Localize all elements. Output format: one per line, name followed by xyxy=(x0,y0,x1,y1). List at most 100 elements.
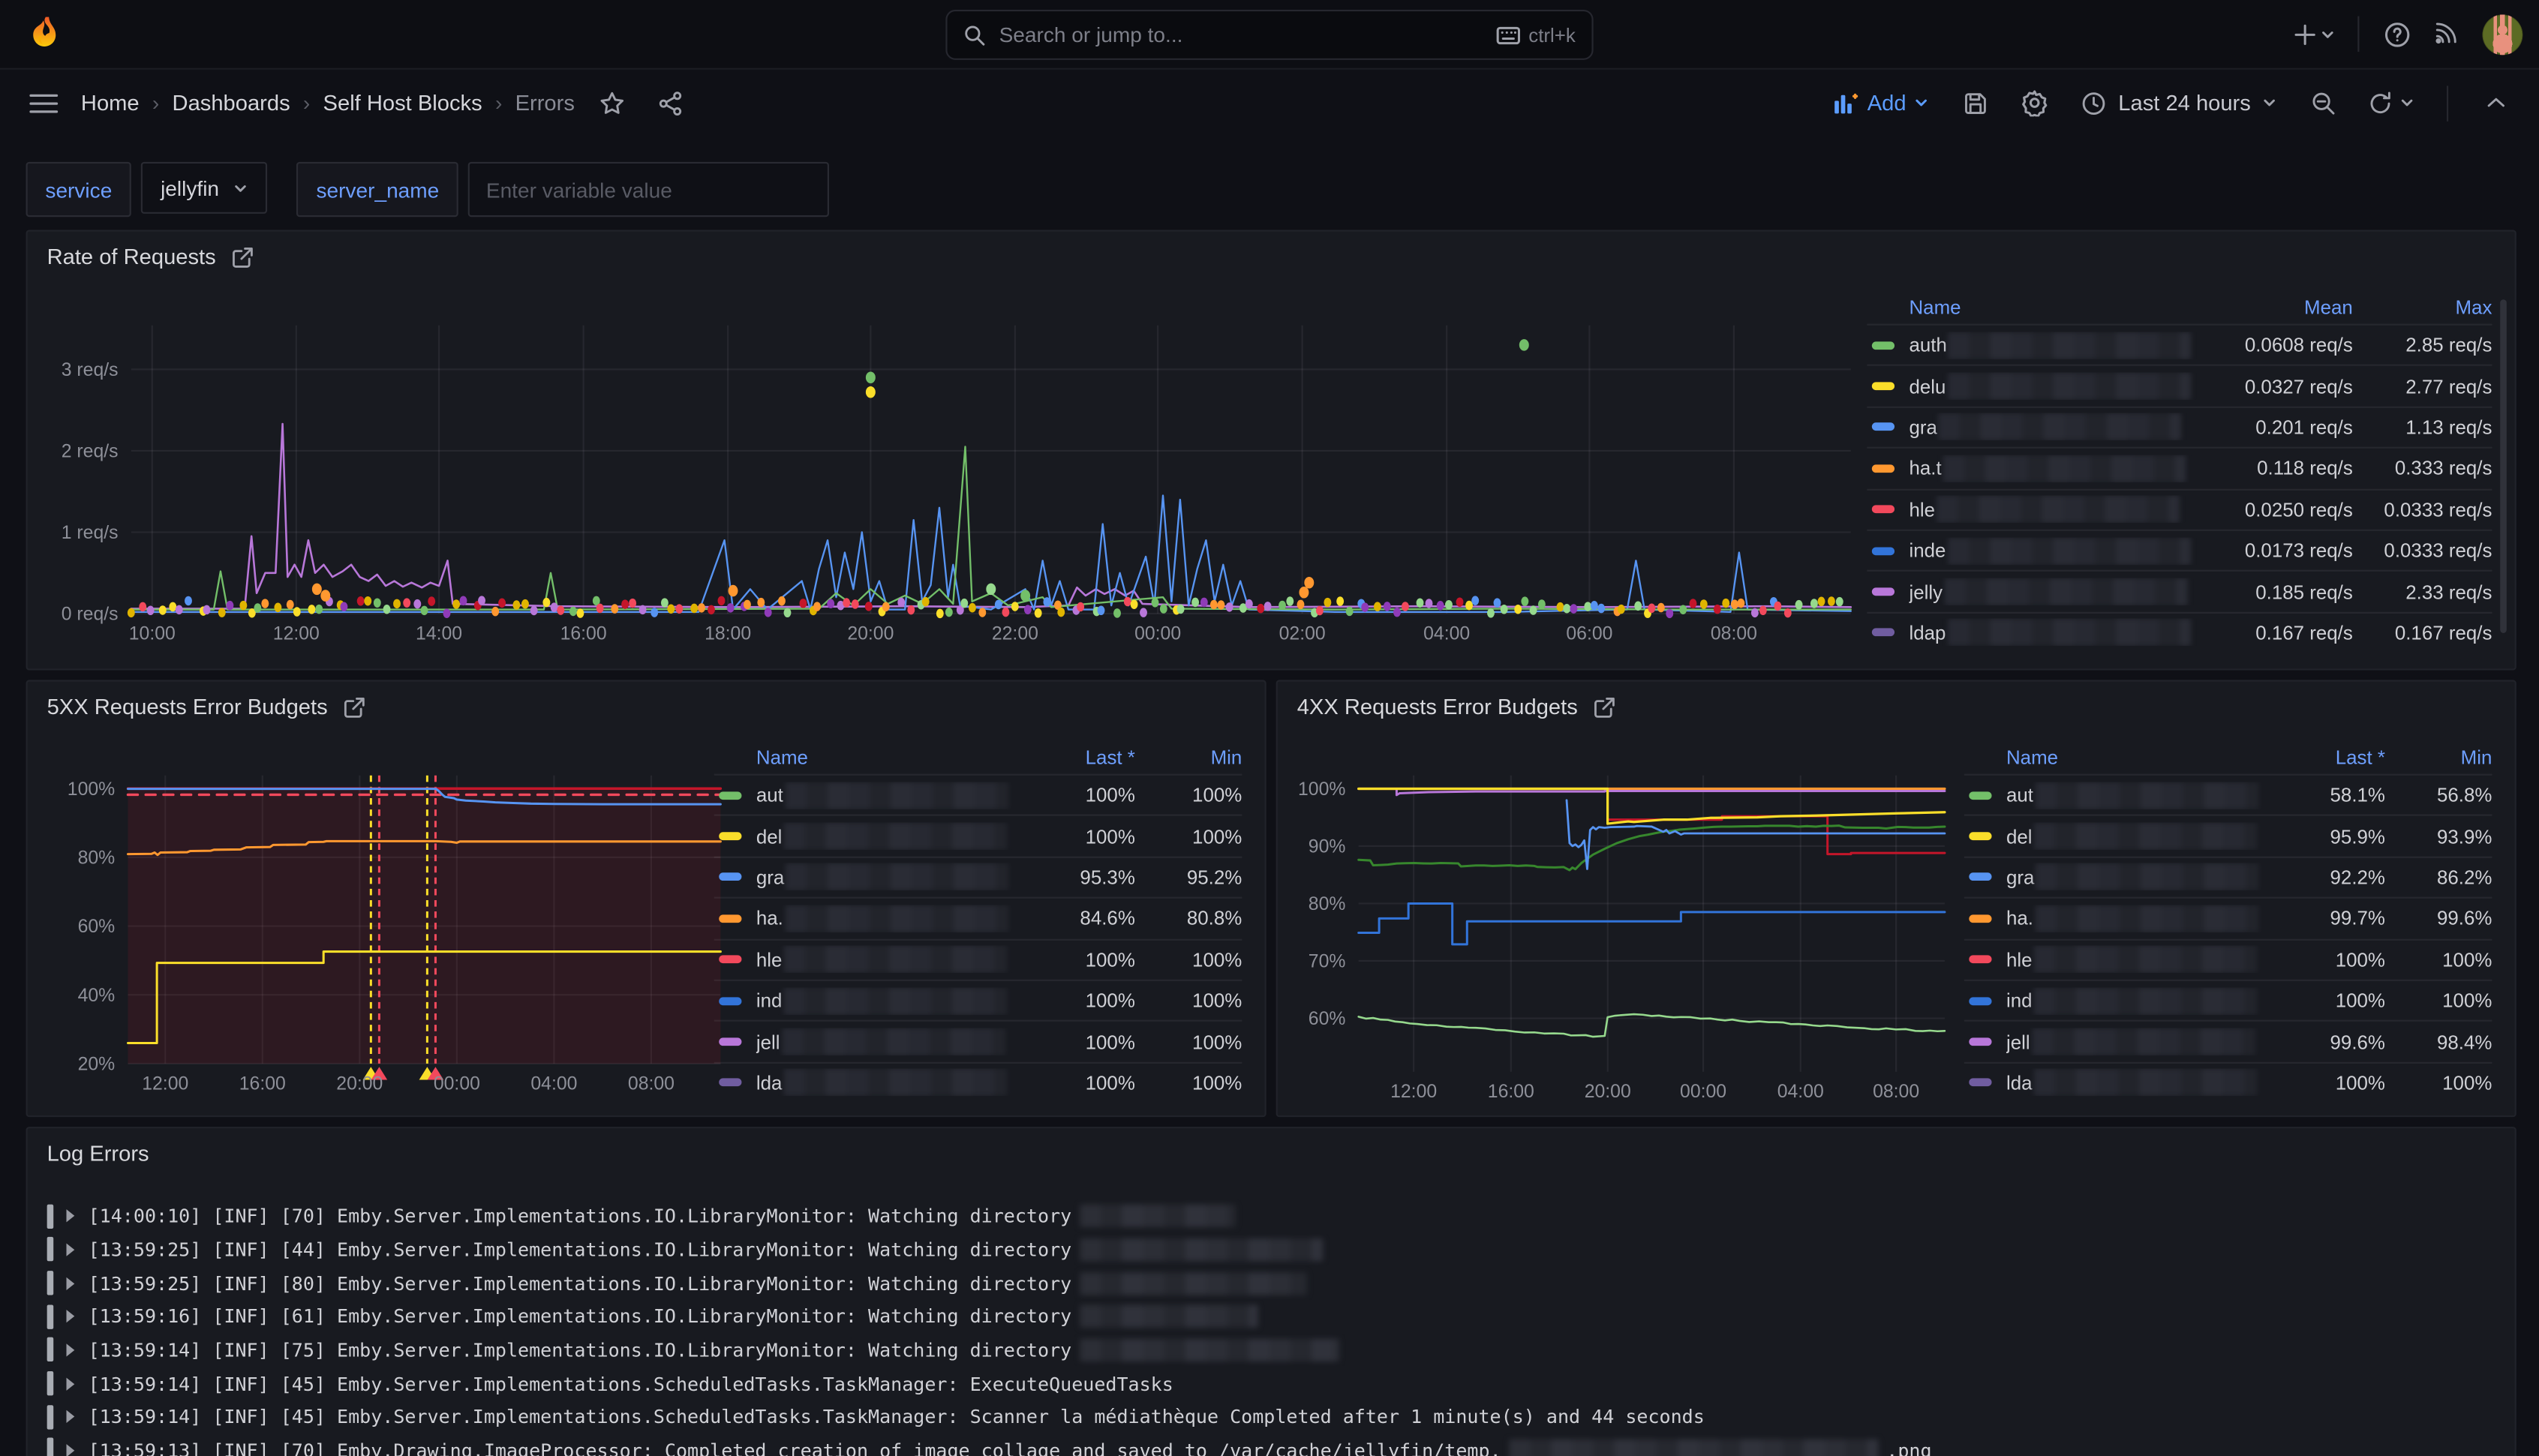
series-name: gra xyxy=(1909,413,2198,441)
legend-row[interactable]: gra0.201 req/s1.13 req/s xyxy=(1867,406,2492,447)
legend-header-min[interactable]: Min xyxy=(1135,746,1242,768)
variable-service-select[interactable]: jellyfin xyxy=(141,162,268,214)
dashboard-settings-button[interactable] xyxy=(2013,79,2055,128)
series-color-swatch xyxy=(719,997,741,1005)
time-range-picker[interactable]: Last 24 hours xyxy=(2072,89,2287,118)
legend-row[interactable]: ldap0.167 req/s0.167 req/s xyxy=(1867,611,2492,653)
legend-row[interactable]: lda100%100% xyxy=(714,1061,1242,1103)
legend-header-last[interactable]: Last * xyxy=(1012,746,1135,768)
legend-row[interactable]: jelly0.185 req/s2.33 req/s xyxy=(1867,570,2492,611)
log-line[interactable]: [13:59:25] [INF] [44] Emby.Server.Implem… xyxy=(47,1233,2498,1267)
svg-text:00:00: 00:00 xyxy=(1680,1082,1726,1102)
legend-row[interactable]: hle100%100% xyxy=(714,938,1242,980)
external-link-icon[interactable] xyxy=(1594,695,1616,718)
redacted-name xyxy=(2032,1028,2255,1056)
legend-row[interactable]: jell100%100% xyxy=(714,1020,1242,1061)
legend-header-mean[interactable]: Mean xyxy=(2199,296,2353,318)
share-button[interactable] xyxy=(649,79,691,128)
log-line[interactable]: [13:59:16] [INF] [61] Emby.Server.Implem… xyxy=(47,1300,2498,1334)
add-panel-button[interactable]: Add xyxy=(1823,89,1938,117)
redacted-text xyxy=(1080,1305,1257,1328)
legend-row[interactable]: gra95.3%95.2% xyxy=(714,856,1242,897)
legend-header-last[interactable]: Last * xyxy=(2262,746,2385,768)
log-line[interactable]: [13:59:14] [INF] [75] Emby.Server.Implem… xyxy=(47,1333,2498,1367)
legend-row[interactable]: aut58.1%56.8% xyxy=(1964,774,2492,815)
series-color-swatch xyxy=(719,914,741,923)
log-expand-icon[interactable] xyxy=(65,1343,74,1356)
log-expand-icon[interactable] xyxy=(65,1210,74,1223)
log-line[interactable]: [13:59:25] [INF] [80] Emby.Server.Implem… xyxy=(47,1266,2498,1300)
log-line[interactable]: [13:59:14] [INF] [45] Emby.Server.Implem… xyxy=(47,1400,2498,1433)
series-value: 80.8% xyxy=(1135,907,1242,929)
menu-toggle-button[interactable] xyxy=(23,79,65,128)
log-line[interactable]: [13:59:13] [INF] [70] Emby.Drawing.Image… xyxy=(47,1433,2498,1456)
log-expand-icon[interactable] xyxy=(65,1243,74,1256)
legend-row[interactable]: auth0.0608 req/s2.85 req/s xyxy=(1867,324,2492,365)
legend-row[interactable]: del100%100% xyxy=(714,815,1242,856)
legend-header-name[interactable]: Name xyxy=(714,746,1012,768)
external-link-icon[interactable] xyxy=(232,245,254,268)
legend-row[interactable]: ind100%100% xyxy=(1964,980,2492,1021)
legend-row[interactable]: lda100%100% xyxy=(1964,1061,2492,1103)
help-button[interactable] xyxy=(2375,10,2417,59)
breadcrumb-item-dashboards[interactable]: Dashboards xyxy=(173,91,290,115)
panel-title[interactable]: 4XX Requests Error Budgets xyxy=(1297,695,1617,719)
log-level-stripe xyxy=(47,1438,53,1456)
global-search[interactable]: Search or jump to... ctrl+k xyxy=(945,10,1593,60)
legend-row[interactable]: jell99.6%98.4% xyxy=(1964,1020,2492,1061)
grafana-logo[interactable] xyxy=(23,13,65,55)
panel-title[interactable]: 5XX Requests Error Budgets xyxy=(47,695,367,719)
avatar[interactable] xyxy=(2482,14,2522,54)
series-value: 0.167 req/s xyxy=(2353,622,2492,644)
log-line[interactable]: [14:00:10] [INF] [70] Emby.Server.Implem… xyxy=(47,1199,2498,1233)
breadcrumb-item-self-host-blocks[interactable]: Self Host Blocks xyxy=(323,91,482,115)
legend-row[interactable]: delu0.0327 req/s2.77 req/s xyxy=(1867,365,2492,406)
legend-row[interactable]: aut100%100% xyxy=(714,774,1242,815)
variable-server-name-input[interactable] xyxy=(468,162,829,217)
series-value: 0.0173 req/s xyxy=(2199,539,2353,562)
save-dashboard-button[interactable] xyxy=(1955,79,1997,128)
zoom-out-button[interactable] xyxy=(2303,79,2345,128)
legend-scrollbar[interactable] xyxy=(2500,299,2507,633)
log-expand-icon[interactable] xyxy=(65,1310,74,1322)
new-button[interactable] xyxy=(2286,10,2341,59)
legend-header-min[interactable]: Min xyxy=(2385,746,2492,768)
legend-row[interactable]: del95.9%93.9% xyxy=(1964,815,2492,856)
log-expand-icon[interactable] xyxy=(65,1377,74,1390)
panel-4xx-error-budgets: 4XX Requests Error Budgets 60%70%80%90%1… xyxy=(1276,680,2516,1117)
collapse-toolbar-button[interactable] xyxy=(2474,79,2516,128)
log-expand-icon[interactable] xyxy=(65,1410,74,1423)
breadcrumb-item-home[interactable]: Home xyxy=(81,91,140,115)
legend-row[interactable]: inde0.0173 req/s0.0333 req/s xyxy=(1867,530,2492,571)
external-link-icon[interactable] xyxy=(344,695,366,718)
zoom-out-icon xyxy=(2311,90,2337,116)
panel-title[interactable]: Rate of Requests xyxy=(47,245,255,269)
svg-text:16:00: 16:00 xyxy=(560,623,607,644)
news-button[interactable] xyxy=(2424,10,2466,59)
legend-row[interactable]: ha.84.6%80.8% xyxy=(714,897,1242,938)
series-value: 100% xyxy=(2385,989,2492,1012)
legend-row[interactable]: gra92.2%86.2% xyxy=(1964,856,2492,897)
legend-row[interactable]: ha.99.7%99.6% xyxy=(1964,897,2492,938)
log-expand-icon[interactable] xyxy=(65,1277,74,1289)
refresh-button[interactable] xyxy=(2361,79,2421,128)
series-value: 95.3% xyxy=(1012,866,1135,889)
log-line[interactable]: [13:59:14] [INF] [45] Emby.Server.Implem… xyxy=(47,1367,2498,1400)
legend-row[interactable]: hle0.0250 req/s0.0333 req/s xyxy=(1867,488,2492,530)
legend-row[interactable]: ind100%100% xyxy=(714,980,1242,1021)
redacted-text xyxy=(1080,1205,1235,1227)
legend-header-name[interactable]: Name xyxy=(1964,746,2262,768)
panel-title[interactable]: Log Errors xyxy=(47,1142,149,1166)
legend-header-name[interactable]: Name xyxy=(1867,296,2198,318)
series-value: 92.2% xyxy=(2262,866,2385,889)
legend-row[interactable]: hle100%100% xyxy=(1964,938,2492,980)
divider xyxy=(2447,85,2448,120)
log-expand-icon[interactable] xyxy=(65,1444,74,1456)
chevron-up-icon xyxy=(2485,95,2506,110)
variable-server-name-label: server_name xyxy=(297,162,459,217)
top-bar: Search or jump to... ctrl+k xyxy=(0,0,2539,70)
series-name: ha.t xyxy=(1909,455,2198,482)
favorite-button[interactable] xyxy=(590,79,632,128)
legend-header-max[interactable]: Max xyxy=(2353,296,2492,318)
legend-row[interactable]: ha.t0.118 req/s0.333 req/s xyxy=(1867,447,2492,488)
